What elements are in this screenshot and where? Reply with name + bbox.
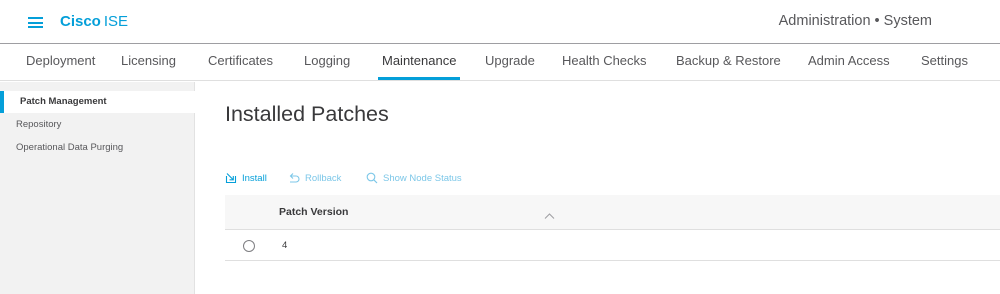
- page-title: Installed Patches: [225, 102, 389, 126]
- tab-backup-restore[interactable]: Backup & Restore: [676, 53, 781, 68]
- left-sidebar: Patch Management Repository Operational …: [0, 82, 195, 294]
- install-icon: [225, 172, 237, 184]
- tab-settings[interactable]: Settings: [921, 53, 968, 68]
- magnifier-icon: [366, 172, 378, 184]
- rollback-button[interactable]: Rollback: [288, 172, 341, 184]
- table-row: 4: [225, 230, 1000, 261]
- hamburger-menu-icon[interactable]: [28, 17, 43, 28]
- rollback-arrow-icon: [288, 172, 300, 184]
- brand-product: ISE: [103, 13, 129, 30]
- tab-upgrade[interactable]: Upgrade: [485, 53, 535, 68]
- row-select-radio[interactable]: [243, 240, 255, 252]
- show-node-status-label: Show Node Status: [383, 172, 462, 184]
- top-header: Cisco ISE Administration • System: [0, 0, 1000, 44]
- context-title: Administration • System: [778, 13, 932, 29]
- tab-deployment[interactable]: Deployment: [26, 53, 95, 68]
- tab-admin-access[interactable]: Admin Access: [808, 53, 890, 68]
- column-header-patch-version[interactable]: Patch Version: [279, 206, 348, 218]
- table-header: Patch Version: [225, 195, 1000, 230]
- brand-cisco: Cisco: [60, 13, 101, 30]
- tab-bar: Deployment Licensing Certificates Loggin…: [0, 45, 1000, 81]
- sidebar-item-operational-data-purging[interactable]: Operational Data Purging: [0, 137, 195, 159]
- sidebar-item-repository[interactable]: Repository: [0, 114, 195, 136]
- tab-maintenance[interactable]: Maintenance: [377, 53, 461, 80]
- sidebar-item-patch-management[interactable]: Patch Management: [0, 91, 195, 113]
- install-label: Install: [242, 172, 267, 184]
- patches-table: Patch Version 4: [225, 195, 1000, 261]
- show-node-status-button[interactable]: Show Node Status: [366, 172, 462, 184]
- tab-logging[interactable]: Logging: [304, 53, 350, 68]
- patch-version-cell: 4: [282, 240, 288, 251]
- rollback-label: Rollback: [305, 172, 342, 184]
- tab-health-checks[interactable]: Health Checks: [562, 53, 647, 68]
- tab-licensing[interactable]: Licensing: [121, 53, 176, 68]
- product-brand[interactable]: Cisco ISE: [60, 13, 128, 31]
- tab-certificates[interactable]: Certificates: [208, 53, 273, 68]
- chevron-up-icon[interactable]: [544, 207, 555, 219]
- install-button[interactable]: Install: [225, 172, 267, 184]
